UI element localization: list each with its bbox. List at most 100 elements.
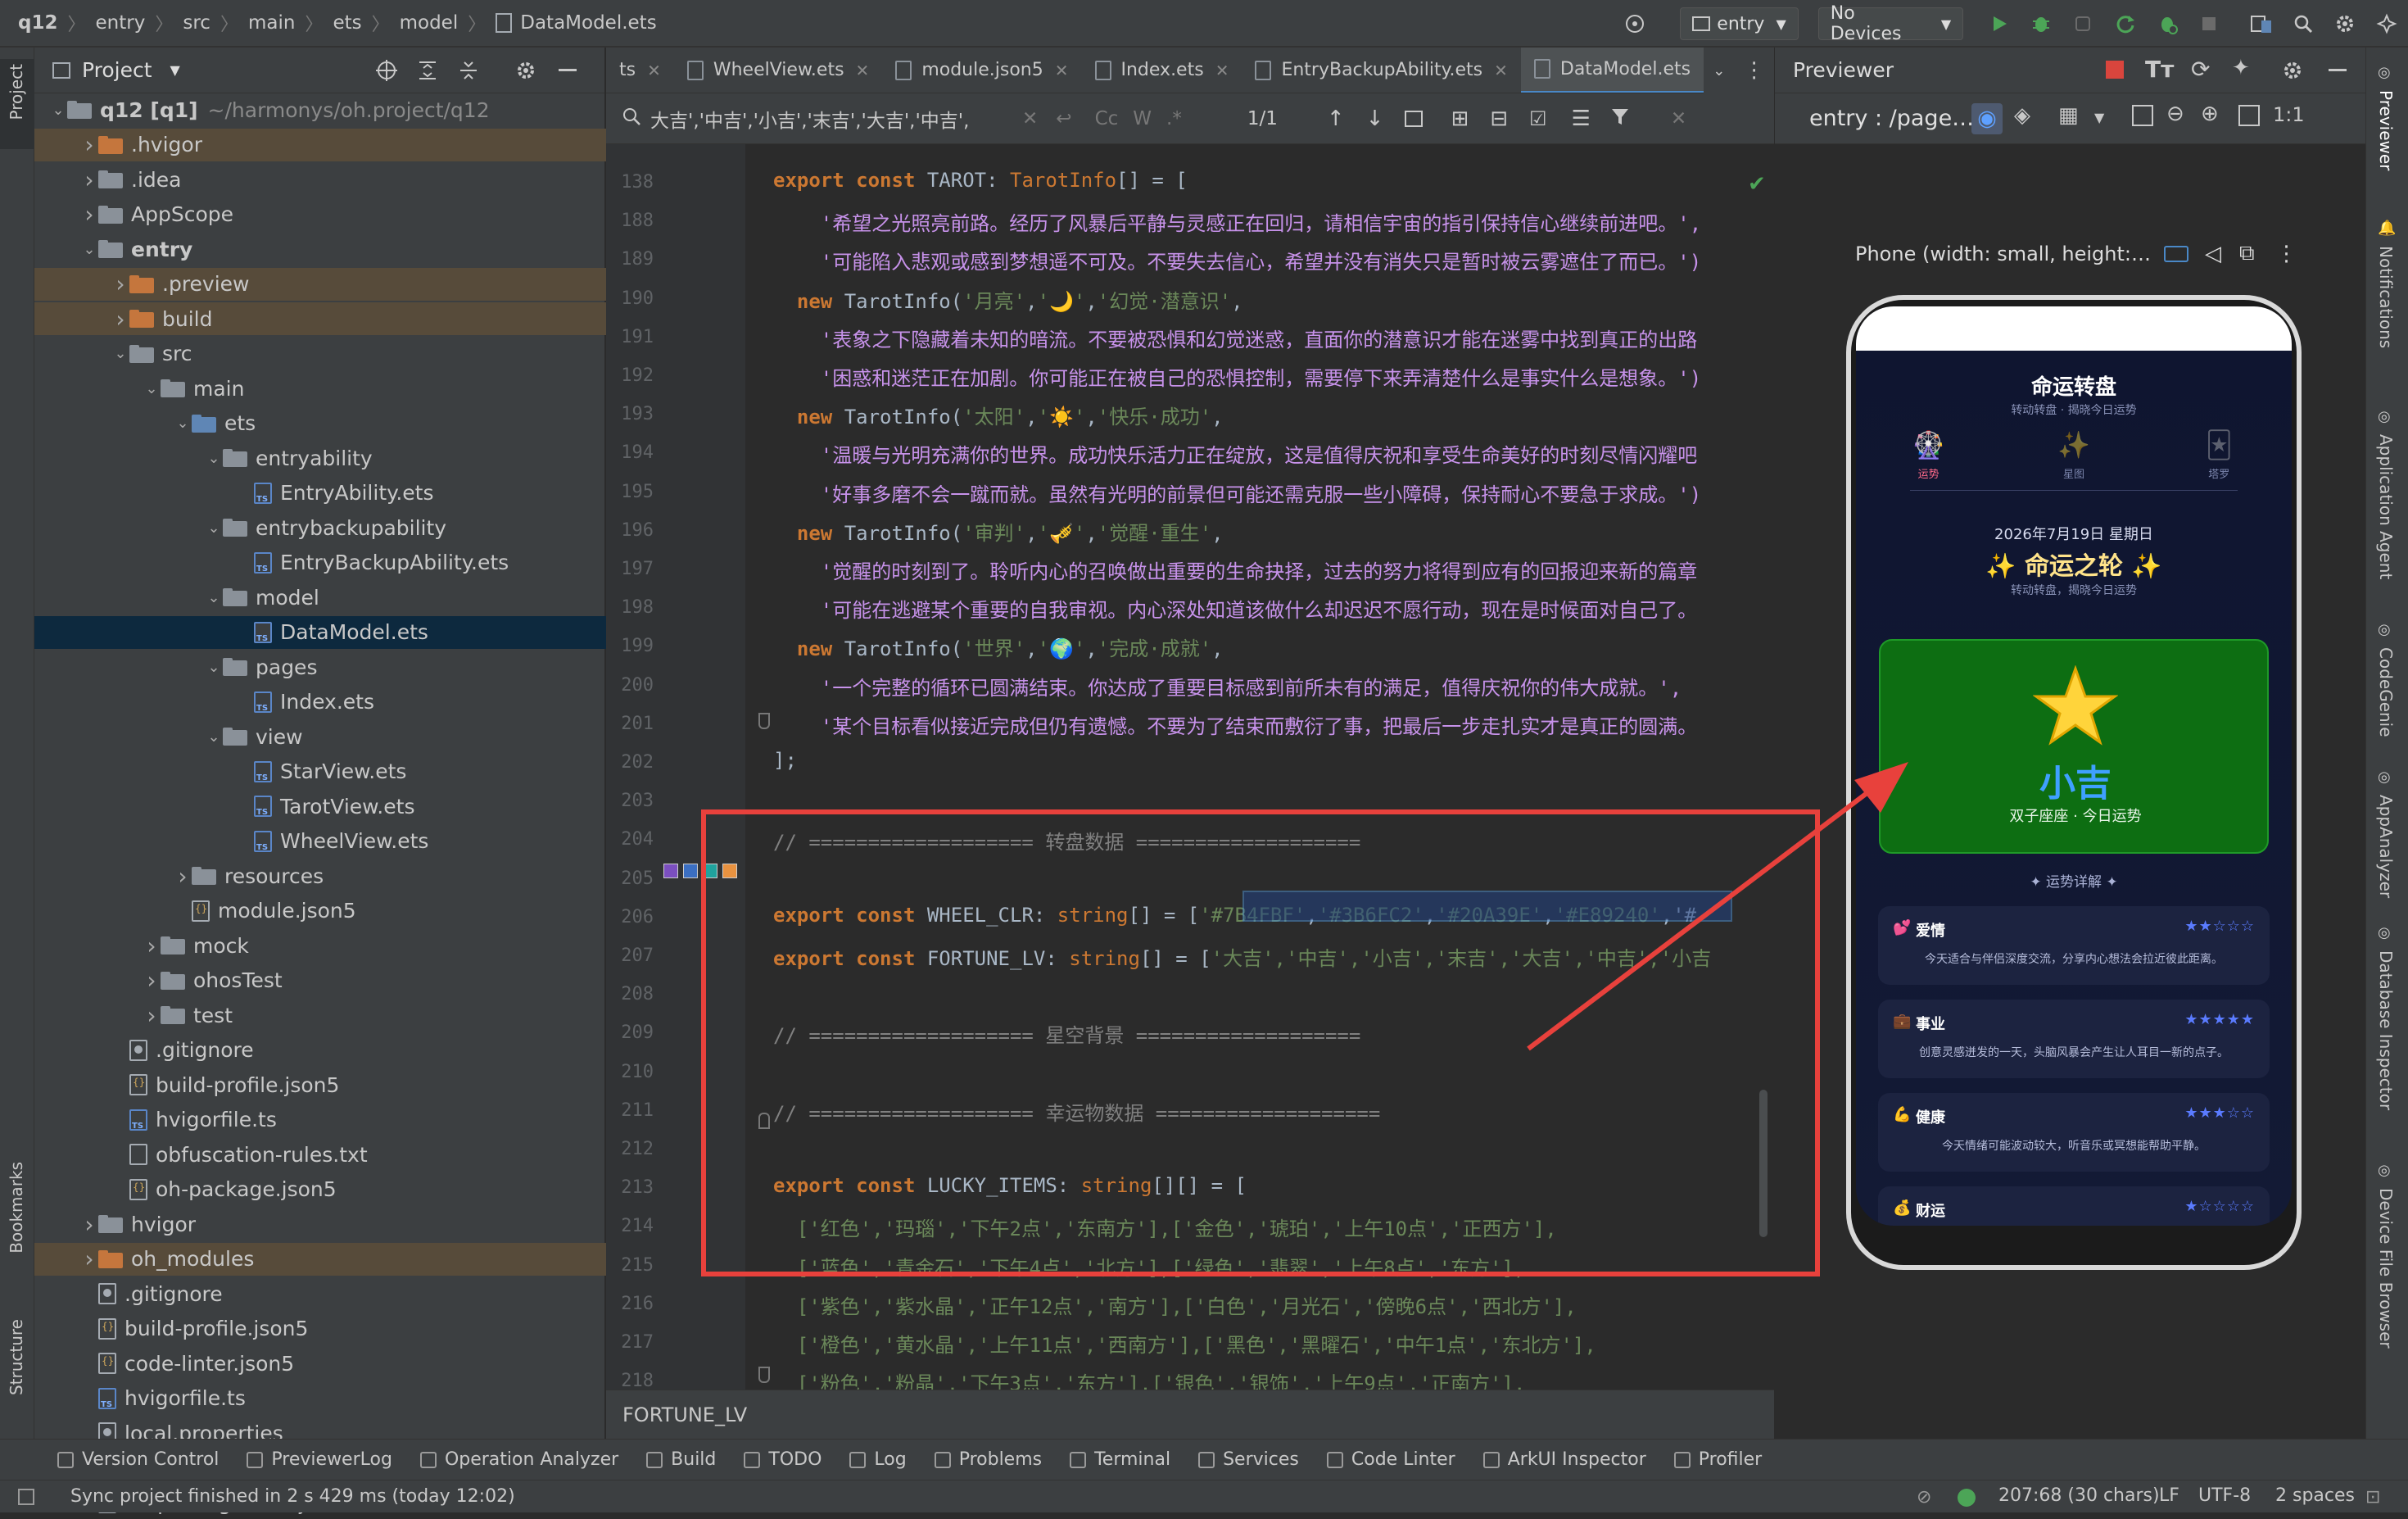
back-triangle-icon[interactable]: ◁ — [2205, 242, 2221, 266]
tree-item[interactable]: › .preview — [34, 267, 606, 301]
file-encoding[interactable]: UTF-8 — [2198, 1485, 2251, 1506]
font-size-icon[interactable]: Tт — [2145, 56, 2174, 83]
editor-tab[interactable]: module.json5 ✕ — [882, 48, 1081, 93]
app-tab[interactable]: 🎡 运势 — [1880, 429, 1978, 488]
device-select[interactable]: No Devices ▼ — [1817, 3, 1964, 44]
zoom-in-icon[interactable]: ⊕ — [2201, 102, 2219, 126]
project-tool-button[interactable]: Project — [7, 64, 26, 120]
code-context-label[interactable]: FORTUNE_LV — [622, 1403, 747, 1426]
chevron-down-icon[interactable]: ⌄ — [1713, 62, 1725, 79]
grid-layout-icon[interactable]: ▦ — [2058, 103, 2079, 128]
tool-window-button[interactable]: Version Control — [57, 1449, 219, 1470]
run-icon[interactable] — [1981, 6, 2016, 42]
chevron-right-icon[interactable]: › — [174, 863, 192, 890]
more-vertical-icon[interactable]: ⋮ — [1744, 58, 1765, 83]
tool-window-button[interactable]: Problems — [934, 1449, 1042, 1470]
refresh-icon[interactable]: ⟳ — [2191, 56, 2210, 83]
chevron-right-icon[interactable]: › — [111, 306, 129, 333]
editor-tab[interactable]: Index.ets ✕ — [1082, 48, 1242, 93]
remove-occurrence-icon[interactable]: ⊟ — [1490, 107, 1508, 131]
tree-item[interactable]: › mock — [34, 929, 606, 962]
chevron-down-icon[interactable]: ▼ — [170, 62, 180, 78]
history-icon[interactable]: ↩ — [1056, 108, 1071, 129]
search-icon[interactable] — [2285, 6, 2320, 42]
tool-window-button[interactable]: Profiler — [1673, 1449, 1762, 1470]
editor-tab[interactable]: ts ✕ — [606, 48, 674, 93]
inspection-ok-icon[interactable]: ✔ — [1748, 172, 1766, 197]
chevron-down-icon[interactable]: ▼ — [2094, 110, 2104, 125]
tree-item[interactable]: › .idea — [34, 163, 606, 196]
tree-item[interactable]: TarotView.ets — [34, 790, 606, 823]
chevron-right-icon[interactable]: › — [143, 1002, 161, 1029]
tool-window-button[interactable]: PreviewerLog — [247, 1449, 392, 1470]
tree-item[interactable]: .gitignore — [34, 1277, 606, 1310]
attach-debugger-icon[interactable] — [2066, 6, 2101, 42]
fortune-detail-card[interactable]: 💪 健康 ★★★☆☆ 今天情绪可能波动较大，听音乐或冥想能帮助平静。 — [1878, 1093, 2270, 1172]
close-icon[interactable]: ✕ — [1215, 61, 1229, 80]
clear-search-icon[interactable]: ✕ — [1022, 108, 1038, 129]
more-vertical-icon[interactable]: ⋮ — [2276, 242, 2297, 266]
reload-icon[interactable] — [2107, 6, 2143, 42]
next-match-icon[interactable]: ↓ — [1366, 107, 1384, 131]
run-config-select[interactable]: entry ▼ — [1680, 7, 1799, 40]
tree-item[interactable]: ⌄ pages — [34, 651, 606, 683]
tree-item[interactable]: WheelView.ets — [34, 825, 606, 858]
device-settings-icon[interactable] — [2163, 245, 2188, 262]
agent-icon[interactable]: ◎ — [2378, 408, 2391, 425]
editor-tab[interactable]: WheelView.ets ✕ — [674, 48, 882, 93]
close-icon[interactable]: ✕ — [647, 61, 661, 80]
tree-item[interactable]: › ohosTest — [34, 964, 606, 997]
hide-panel-icon[interactable] — [2329, 69, 2347, 71]
select-in-editor-icon[interactable] — [1405, 110, 1424, 127]
right-tool-button[interactable]: Device File Browser — [2376, 1188, 2396, 1349]
debug-icon[interactable] — [2024, 6, 2059, 42]
expand-all-icon[interactable] — [416, 59, 439, 87]
right-tool-button[interactable]: Notifications — [2376, 246, 2396, 348]
preview-route-label[interactable]: entry : /page… — [1809, 106, 1974, 131]
regex-toggle[interactable]: .* — [1166, 108, 1182, 129]
close-find-icon[interactable]: ✕ — [1671, 108, 1686, 129]
tree-item[interactable]: › oh_modules — [34, 1242, 606, 1276]
tool-window-button[interactable]: Terminal — [1070, 1449, 1170, 1470]
find-query-input[interactable]: 大吉','中吉','小吉','末吉','大吉','中吉', — [650, 105, 1011, 133]
tree-item[interactable]: code-linter.json5 — [34, 1347, 606, 1380]
tool-window-button[interactable]: Services — [1198, 1449, 1299, 1470]
tree-item[interactable]: hvigorfile.ts — [34, 1382, 606, 1415]
tree-item[interactable]: ⌄ view — [34, 720, 606, 753]
chevron-right-icon[interactable]: › — [80, 1245, 98, 1272]
breadcrumb-item[interactable]: ets — [333, 12, 361, 34]
breadcrumb-item[interactable]: main — [248, 12, 295, 34]
analyzer-icon[interactable]: ◎ — [2378, 769, 2391, 786]
right-tool-button[interactable]: AppAnalyzer — [2376, 795, 2396, 898]
previous-match-icon[interactable]: ↑ — [1327, 107, 1345, 131]
fortune-detail-card[interactable]: 💰 财运 ★☆☆☆☆ — [1878, 1186, 2270, 1226]
tree-item[interactable]: ⌄ src — [34, 338, 606, 370]
database-icon[interactable]: ◎ — [2378, 924, 2391, 941]
one-to-one-icon[interactable]: 1:1 — [2273, 103, 2305, 126]
right-tool-button[interactable]: Application Agent — [2376, 434, 2396, 579]
fold-marker-icon[interactable] — [758, 1367, 770, 1383]
chevron-down-icon[interactable]: ⌄ — [205, 589, 223, 606]
tree-item[interactable]: module.json5 — [34, 895, 606, 927]
gear-icon[interactable] — [514, 59, 537, 87]
tree-item[interactable]: › test — [34, 999, 606, 1032]
breadcrumb-item[interactable]: entry — [96, 12, 146, 34]
tree-item[interactable]: build-profile.json5 — [34, 1068, 606, 1101]
stop-icon[interactable] — [2192, 6, 2227, 42]
previewer-icon[interactable]: ◎ — [2378, 64, 2391, 81]
tree-item[interactable]: .gitignore — [34, 1034, 606, 1067]
tool-window-button[interactable]: Operation Analyzer — [419, 1449, 618, 1470]
chevron-down-icon[interactable]: ⌄ — [205, 659, 223, 676]
tree-item[interactable]: ⌄ entrybackupability — [34, 511, 606, 544]
editor-tab[interactable]: DataModel.ets✕ — [1520, 48, 1729, 93]
tree-item[interactable]: EntryAbility.ets — [34, 477, 606, 510]
chevron-down-icon[interactable]: ⌄ — [80, 241, 98, 258]
rotate-device-icon[interactable]: ⧉ — [2239, 241, 2255, 266]
chevron-right-icon[interactable]: › — [80, 1211, 98, 1238]
app-tab[interactable]: 🃏 塔罗 — [2170, 429, 2268, 488]
chevron-down-icon[interactable]: ⌄ — [205, 450, 223, 467]
tree-item[interactable]: Index.ets — [34, 686, 606, 719]
tool-window-button[interactable]: ArkUI Inspector — [1482, 1449, 1646, 1470]
layers-icon[interactable]: ◈ — [2014, 103, 2030, 128]
codegenie-icon[interactable]: ◎ — [2378, 621, 2391, 638]
